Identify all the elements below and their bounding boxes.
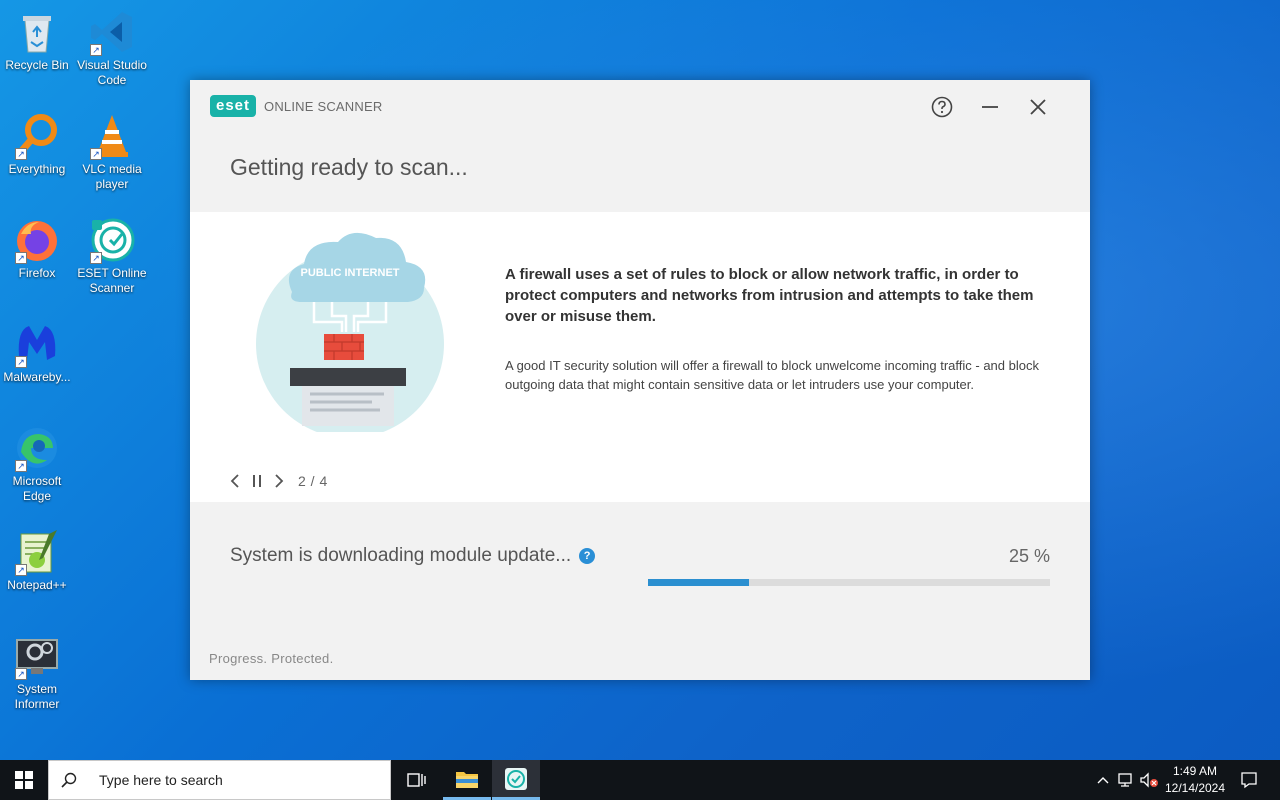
- desktop-icon-notepadpp[interactable]: ↗ Notepad++: [0, 528, 74, 593]
- product-name: ONLINE SCANNER: [264, 98, 383, 114]
- desktop-icon-label: Microsoft Edge: [12, 474, 62, 503]
- vlc-icon: ↗: [88, 112, 136, 160]
- tip-body: A good IT security solution will offer a…: [505, 358, 1039, 392]
- notification-icon: [1241, 772, 1257, 789]
- desktop-icon-label: System Informer: [14, 682, 60, 711]
- desktop-icon-label: Visual Studio Code: [77, 58, 147, 87]
- taskbar-file-explorer[interactable]: [443, 760, 491, 800]
- windows-logo-icon: [15, 771, 33, 789]
- everything-search-icon: ↗: [13, 112, 61, 160]
- taskbar-clock[interactable]: 1:49 AM 12/14/2024: [1160, 763, 1230, 797]
- status-area: System is downloading module update...? …: [190, 502, 1090, 680]
- pause-icon: [253, 475, 261, 487]
- desktop-icon-label: Recycle Bin: [5, 58, 69, 72]
- chevron-up-icon: [1097, 777, 1109, 784]
- shortcut-arrow-icon: ↗: [90, 44, 102, 56]
- shortcut-arrow-icon: ↗: [15, 148, 27, 160]
- desktop-icon-system-informer[interactable]: ↗ System Informer: [0, 632, 74, 712]
- next-slide-button[interactable]: [268, 470, 290, 492]
- eset-logo: eset ONLINE SCANNER: [210, 95, 382, 117]
- progress-bar: [648, 579, 1050, 586]
- chevron-left-icon: [230, 474, 239, 488]
- status-help-icon[interactable]: ?: [579, 548, 596, 564]
- status-message: System is downloading module update...?: [230, 545, 596, 567]
- shortcut-arrow-icon: ↗: [15, 460, 27, 472]
- malwarebytes-icon: ↗: [13, 320, 61, 368]
- shortcut-arrow-icon: ↗: [15, 252, 27, 264]
- tagline: Progress. Protected.: [209, 651, 334, 666]
- desktop-icon-vlc[interactable]: ↗ VLC media player: [75, 112, 149, 192]
- window-header: eset ONLINE SCANNER Getting ready to sca…: [190, 80, 1090, 212]
- search-icon: [61, 772, 77, 788]
- desktop-icon-label: ESET Online Scanner: [77, 266, 147, 295]
- tip-heading: A firewall uses a set of rules to block …: [505, 266, 1034, 325]
- notifications-button[interactable]: [1234, 760, 1264, 800]
- desktop-icon-eset[interactable]: ↗ ESET Online Scanner: [75, 216, 149, 296]
- taskbar-eset-scanner[interactable]: [492, 760, 540, 800]
- recycle-bin-icon: [13, 8, 61, 56]
- eset-logo-mark: eset: [210, 95, 257, 117]
- shortcut-arrow-icon: ↗: [90, 252, 102, 264]
- system-informer-icon: ↗: [13, 632, 61, 680]
- shortcut-arrow-icon: ↗: [90, 148, 102, 160]
- desktop-icon-recycle-bin[interactable]: Recycle Bin: [0, 8, 74, 73]
- edge-icon: ↗: [13, 424, 61, 472]
- close-button[interactable]: [1023, 92, 1053, 122]
- show-hidden-icons-button[interactable]: [1092, 760, 1114, 800]
- page-title: Getting ready to scan...: [230, 154, 468, 180]
- slide-counter: 2 / 4: [298, 473, 328, 489]
- desktop-icon-malwarebytes[interactable]: ↗ Malwareby...: [0, 320, 74, 385]
- illustration-label: PUBLIC INTERNET: [301, 267, 400, 279]
- eset-online-scanner-window: eset ONLINE SCANNER Getting ready to sca…: [190, 80, 1090, 680]
- status-text: System is downloading module update...: [230, 545, 572, 566]
- tip-carousel: PUBLIC INTERNET A firewall uses a set of…: [190, 212, 1090, 502]
- help-button[interactable]: [927, 92, 957, 122]
- chevron-right-icon: [275, 474, 284, 488]
- desktop-icon-everything[interactable]: ↗ Everything: [0, 112, 74, 177]
- search-placeholder: Type here to search: [99, 772, 223, 788]
- close-icon: [1030, 99, 1046, 115]
- minimize-button[interactable]: [975, 92, 1005, 122]
- desktop-icon-label: Notepad++: [7, 578, 67, 592]
- clock-time: 1:49 AM: [1172, 764, 1218, 778]
- eset-scanner-icon: [505, 767, 527, 790]
- pause-button[interactable]: [246, 470, 268, 492]
- progress-bar-fill: [648, 579, 749, 586]
- shortcut-arrow-icon: ↗: [15, 668, 27, 680]
- minimize-icon: [982, 106, 998, 108]
- desktop-icon-vscode[interactable]: ↗ Visual Studio Code: [75, 8, 149, 88]
- volume-tray-button[interactable]: [1138, 760, 1160, 800]
- desktop-icon-edge[interactable]: ↗ Microsoft Edge: [0, 424, 74, 504]
- carousel-controls: 2 / 4: [224, 470, 328, 492]
- file-explorer-icon: [456, 771, 478, 788]
- firefox-icon: ↗: [13, 216, 61, 264]
- eset-scanner-icon: ↗: [88, 216, 136, 264]
- vscode-icon: ↗: [88, 8, 136, 56]
- previous-slide-button[interactable]: [224, 470, 246, 492]
- progress-percent: 25 %: [1008, 546, 1050, 566]
- help-icon: [931, 96, 953, 118]
- clock-date: 12/14/2024: [1164, 781, 1226, 795]
- task-view-icon: [407, 773, 426, 787]
- shortcut-arrow-icon: ↗: [15, 356, 27, 368]
- network-tray-button[interactable]: [1115, 760, 1137, 800]
- task-view-button[interactable]: [392, 760, 440, 800]
- desktop-icon-label: Everything: [8, 162, 66, 176]
- desktop-icon-firefox[interactable]: ↗ Firefox: [0, 216, 74, 281]
- network-icon: [1118, 773, 1132, 787]
- notepadpp-icon: ↗: [13, 528, 61, 576]
- firewall-illustration: PUBLIC INTERNET: [252, 222, 448, 438]
- taskbar-search-box[interactable]: Type here to search: [48, 760, 391, 800]
- volume-muted-icon: [1140, 772, 1158, 788]
- desktop-icon-label: VLC media player: [82, 162, 142, 191]
- start-button[interactable]: [0, 760, 48, 800]
- desktop-icon-label: Malwareby...: [3, 370, 71, 384]
- taskbar: Type here to search 1:49 AM 12/14/2024: [0, 760, 1280, 800]
- desktop-icon-label: Firefox: [18, 266, 56, 280]
- shortcut-arrow-icon: ↗: [15, 564, 27, 576]
